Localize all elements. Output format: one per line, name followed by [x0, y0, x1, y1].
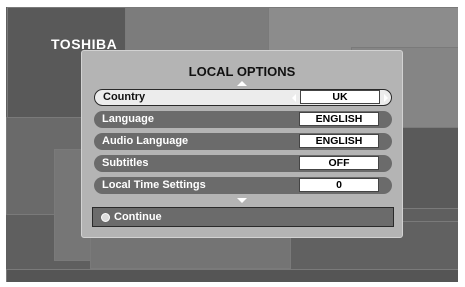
menu-item-value: ENGLISH	[299, 112, 379, 126]
menu-item-label: Audio Language	[102, 135, 189, 147]
menu-item-subtitles[interactable]: Subtitles OFF	[94, 155, 392, 172]
menu-item-audio-language[interactable]: Audio Language ENGLISH	[94, 133, 392, 150]
menu-item-value: 0	[299, 178, 379, 192]
scroll-down-arrow-icon[interactable]	[237, 198, 247, 203]
scroll-up-arrow-icon[interactable]	[237, 81, 247, 86]
menu-item-language[interactable]: Language ENGLISH	[94, 111, 392, 128]
menu-item-value: ENGLISH	[299, 134, 379, 148]
menu-item-local-time-settings[interactable]: Local Time Settings 0	[94, 177, 392, 194]
ok-button-icon	[101, 213, 110, 222]
menu-item-label: Language	[102, 113, 154, 125]
menu-item-label: Local Time Settings	[102, 179, 206, 191]
menu-title: LOCAL OPTIONS	[188, 64, 296, 79]
tv-screen: TOSHIBA LOCAL OPTIONS Country UK Languag…	[6, 7, 458, 282]
continue-label: Continue	[114, 211, 162, 223]
menu-item-label: Country	[103, 91, 146, 103]
local-options-menu: LOCAL OPTIONS Country UK Language ENGLIS…	[81, 50, 403, 238]
arrow-right-icon[interactable]	[384, 94, 388, 102]
continue-button[interactable]: Continue	[92, 207, 394, 227]
menu-item-country[interactable]: Country UK	[94, 89, 392, 106]
arrow-left-icon[interactable]	[292, 94, 296, 102]
menu-item-value: OFF	[299, 156, 379, 170]
background-tile	[6, 269, 458, 282]
menu-item-value: UK	[300, 90, 380, 104]
menu-item-label: Subtitles	[102, 157, 149, 169]
